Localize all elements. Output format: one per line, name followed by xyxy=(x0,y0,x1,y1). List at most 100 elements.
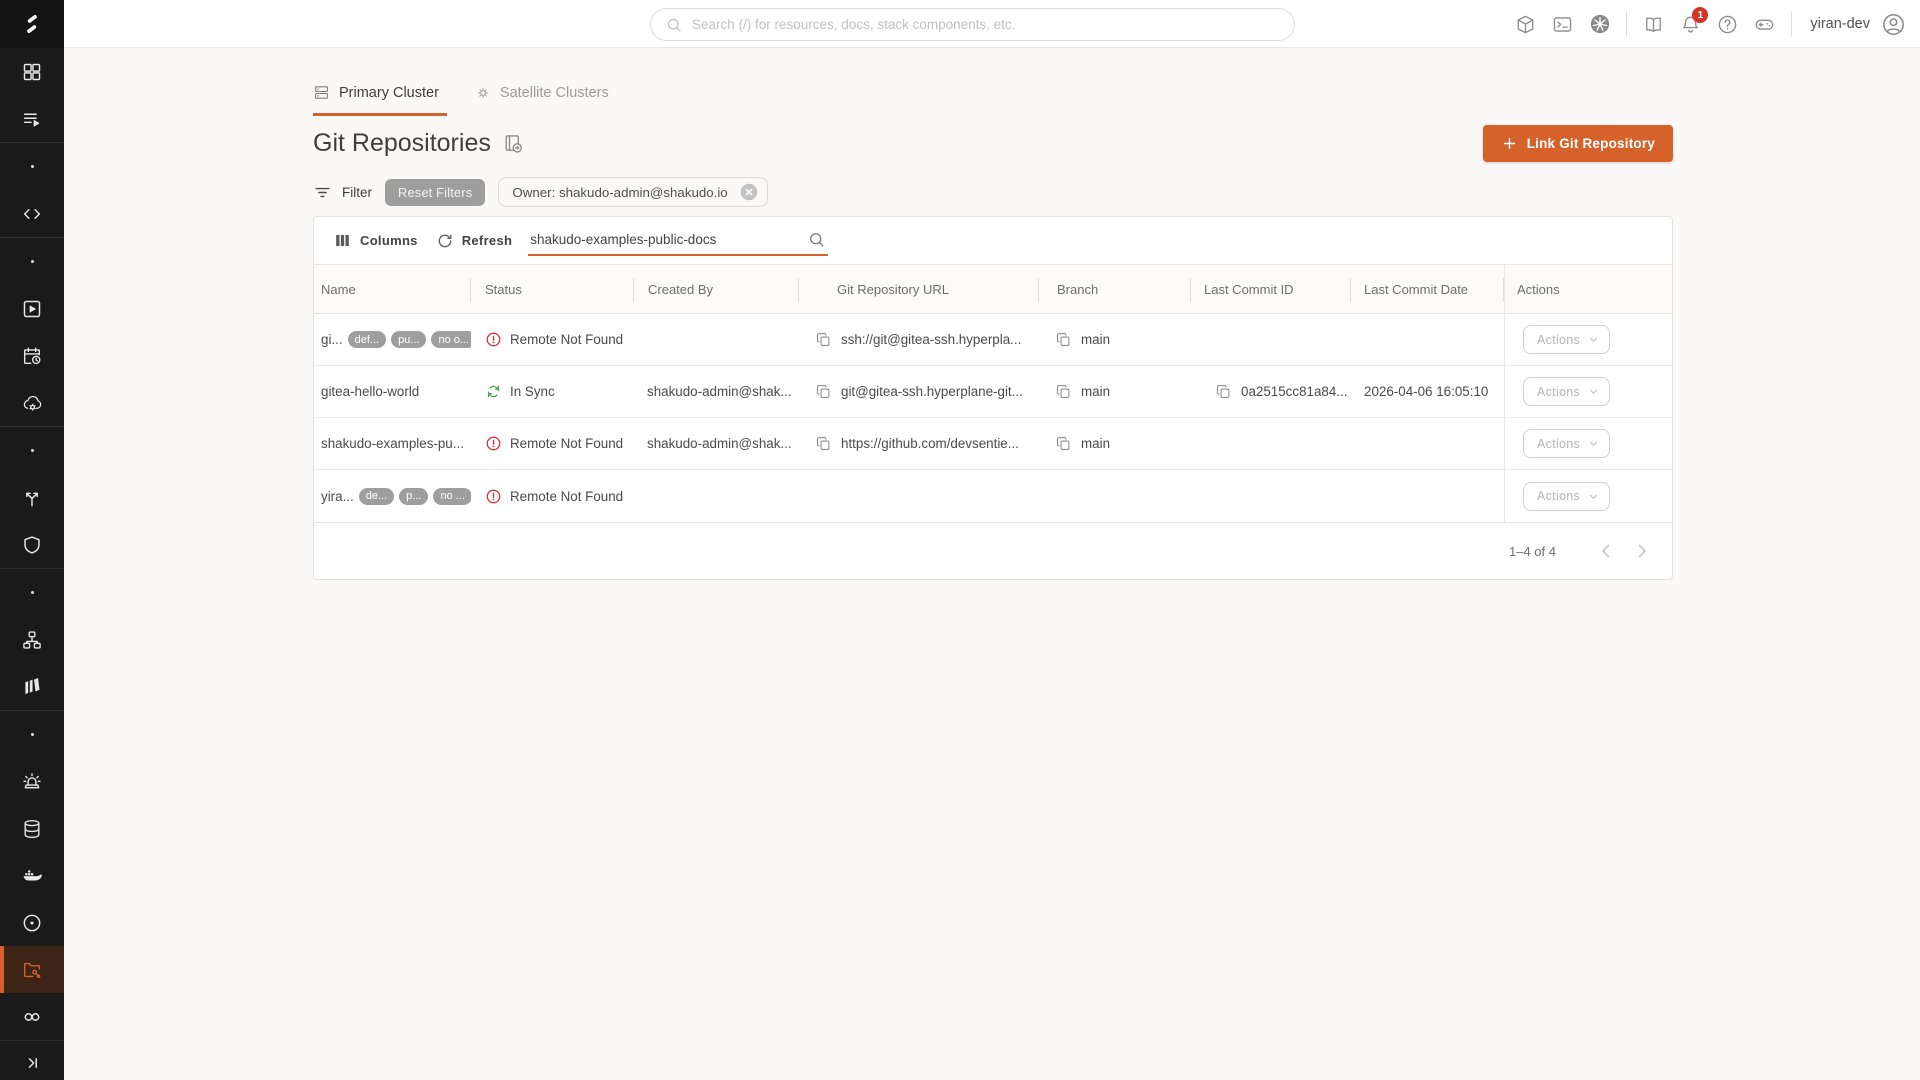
tab-satellite-clusters[interactable]: Satellite Clusters xyxy=(475,74,617,116)
previous-page-button[interactable] xyxy=(1588,533,1624,569)
package-icon xyxy=(1515,14,1536,35)
sidebar-item-circle-dot[interactable] xyxy=(0,899,64,946)
copy-icon[interactable] xyxy=(1055,435,1072,452)
row-actions-button[interactable]: Actions xyxy=(1523,429,1610,458)
copy-icon[interactable] xyxy=(815,383,832,400)
sidebar-item-infinity[interactable] xyxy=(0,993,64,1040)
cell-name: shakudo-examples-pu... xyxy=(314,418,471,469)
cell-status: Remote Not Found xyxy=(471,418,634,469)
copy-icon[interactable] xyxy=(815,331,832,348)
row-actions-button[interactable]: Actions xyxy=(1523,377,1610,406)
sidebar-item-docker[interactable] xyxy=(0,852,64,899)
global-search[interactable] xyxy=(650,8,1295,41)
column-header-last-commit-id[interactable]: Last Commit ID xyxy=(1191,265,1351,313)
column-header-last-commit-date[interactable]: Last Commit Date xyxy=(1351,265,1504,313)
chevron-down-icon xyxy=(1586,384,1601,399)
link-git-repository-button[interactable]: Link Git Repository xyxy=(1483,125,1673,162)
sidebar-item-alarm[interactable] xyxy=(0,758,64,805)
column-header-git-repository-url[interactable]: Git Repository URL xyxy=(799,265,1039,313)
kubernetes-icon xyxy=(1589,13,1611,35)
copy-icon[interactable] xyxy=(815,435,832,452)
help-icon[interactable] xyxy=(1709,6,1746,43)
owner-filter-chip[interactable]: Owner: shakudo-admin@shakudo.io xyxy=(498,177,767,207)
table-search[interactable] xyxy=(528,226,828,256)
table-row: shakudo-examples-pu...Remote Not Foundsh… xyxy=(314,418,1672,470)
main-content: Primary Cluster Satellite Clusters Git R… xyxy=(313,48,1673,580)
tab-primary-cluster[interactable]: Primary Cluster xyxy=(313,74,447,116)
column-header-branch[interactable]: Branch xyxy=(1039,265,1191,313)
sidebar-item-code[interactable] xyxy=(0,190,64,237)
terminal-icon[interactable] xyxy=(1544,6,1581,43)
cell-created-by: shakudo-admin@shak... xyxy=(634,418,799,469)
sidebar-item-org-chart[interactable] xyxy=(0,616,64,663)
cell-created-by xyxy=(634,470,799,522)
cell-created-by xyxy=(634,314,799,365)
columns-button[interactable]: Columns xyxy=(324,225,427,256)
cell-branch: main xyxy=(1039,314,1191,365)
org-chart-icon xyxy=(21,629,43,651)
bell-icon[interactable]: 1 xyxy=(1672,6,1709,43)
filter-row: Filter Reset Filters Owner: shakudo-admi… xyxy=(313,177,1673,207)
sidebar-item-shield[interactable] xyxy=(0,521,64,568)
table-body: gi...def...pu...no o...Remote Not Founds… xyxy=(314,314,1672,522)
row-actions-button[interactable]: Actions xyxy=(1523,325,1610,354)
controller-icon xyxy=(1754,14,1775,35)
column-header-actions[interactable]: Actions xyxy=(1504,265,1672,313)
cell-last-commit-id xyxy=(1191,314,1351,365)
calendar-clock-icon xyxy=(21,345,43,367)
sidebar-group-dot xyxy=(0,427,64,474)
sidebar-item-git-repository[interactable] xyxy=(0,946,64,993)
sidebar-item-branch-split[interactable] xyxy=(0,474,64,521)
cell-actions: Actions xyxy=(1504,366,1672,417)
app-logo[interactable] xyxy=(0,0,64,48)
shakudo-logo-icon xyxy=(19,11,45,37)
sidebar-item-sessions[interactable] xyxy=(0,95,64,142)
sidebar-item-play-box[interactable] xyxy=(0,285,64,332)
next-page-button[interactable] xyxy=(1624,533,1660,569)
repo-name: yira... xyxy=(321,489,354,504)
columns-icon xyxy=(333,231,352,250)
copy-icon[interactable] xyxy=(1055,331,1072,348)
column-header-name[interactable]: Name xyxy=(314,265,471,313)
cell-last-commit-date xyxy=(1351,470,1504,522)
copy-icon[interactable] xyxy=(1055,383,1072,400)
cell-branch-text: main xyxy=(1081,436,1110,451)
reset-filters-button[interactable]: Reset Filters xyxy=(385,179,485,206)
sidebar-item-collapse[interactable] xyxy=(0,1041,64,1080)
cell-name: gitea-hello-world xyxy=(314,366,471,417)
sidebar-item-stack[interactable] xyxy=(0,663,64,710)
link-git-repository-label: Link Git Repository xyxy=(1527,136,1655,151)
sidebar-item-database[interactable] xyxy=(0,805,64,852)
account-icon[interactable] xyxy=(1875,6,1912,43)
notification-badge: 1 xyxy=(1692,7,1708,23)
table-search-input[interactable] xyxy=(530,232,807,247)
sidebar-item-dashboard[interactable] xyxy=(0,48,64,95)
sidebar-item-cloud-gear[interactable] xyxy=(0,379,64,426)
row-actions-button[interactable]: Actions xyxy=(1523,482,1610,511)
cell-status: Remote Not Found xyxy=(471,314,634,365)
filter-toggle[interactable]: Filter xyxy=(313,183,372,202)
git-repository-icon xyxy=(502,133,524,155)
cell-created-by: shakudo-admin@shak... xyxy=(634,366,799,417)
in-sync-icon xyxy=(485,383,502,400)
global-search-input[interactable] xyxy=(692,17,1280,32)
column-header-status[interactable]: Status xyxy=(471,265,634,313)
chip-close-icon[interactable] xyxy=(739,182,759,202)
refresh-button[interactable]: Refresh xyxy=(427,226,522,256)
book-icon[interactable] xyxy=(1635,6,1672,43)
sidebar xyxy=(0,48,64,1080)
git-repository-icon xyxy=(21,959,43,981)
cell-last-commit-date xyxy=(1351,314,1504,365)
help-icon xyxy=(1717,14,1738,35)
repo-name: gi... xyxy=(321,332,343,347)
column-header-created-by[interactable]: Created By xyxy=(634,265,799,313)
cell-git-url: git@gitea-ssh.hyperplane-git... xyxy=(799,366,1039,417)
copy-icon[interactable] xyxy=(1215,383,1232,400)
package-icon[interactable] xyxy=(1507,6,1544,43)
kubernetes-icon[interactable] xyxy=(1581,6,1618,43)
repo-tag: no o... xyxy=(431,331,471,348)
row-actions-label: Actions xyxy=(1537,385,1580,399)
sidebar-item-calendar-clock[interactable] xyxy=(0,332,64,379)
repo-tag: p... xyxy=(399,488,428,505)
controller-icon[interactable] xyxy=(1746,6,1783,43)
